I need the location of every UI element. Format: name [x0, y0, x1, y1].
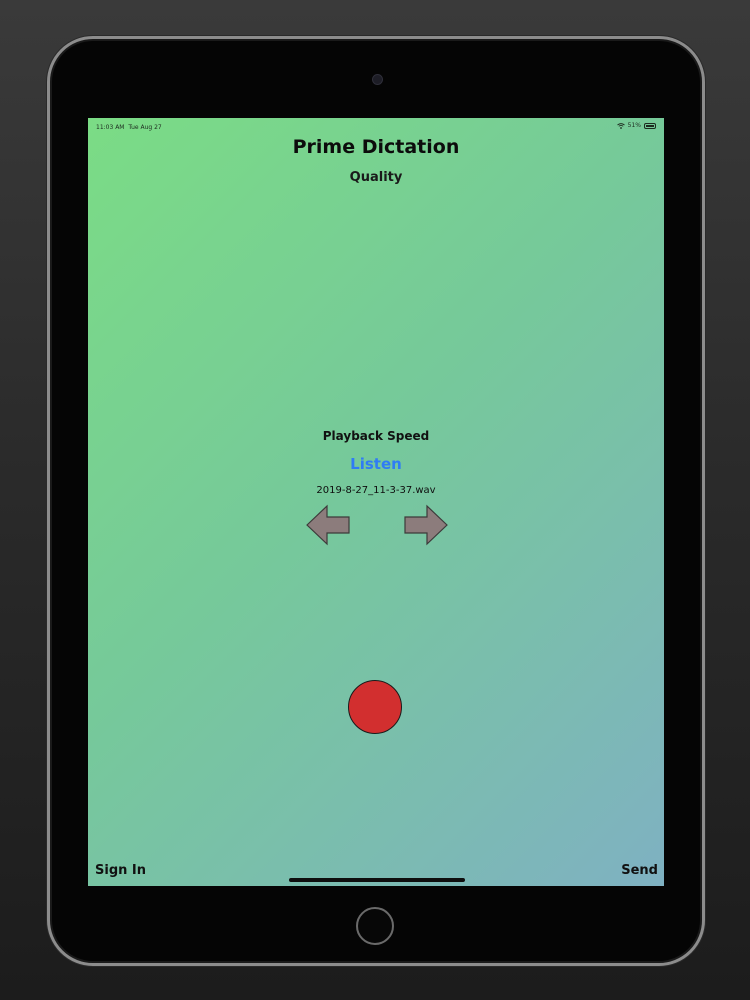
arrow-right-icon[interactable] — [403, 503, 449, 547]
home-button[interactable] — [356, 907, 394, 945]
record-button[interactable] — [348, 680, 402, 734]
battery-percent: 51% — [627, 122, 641, 129]
listen-button[interactable]: Listen — [88, 455, 664, 473]
status-time-text: 11:03 AM — [96, 124, 125, 131]
send-button[interactable]: Send — [621, 863, 658, 878]
app-screen: 11:03 AM Tue Aug 27 51% Prime Dictation … — [88, 118, 664, 886]
battery-icon — [644, 122, 656, 129]
arrow-left-icon[interactable] — [305, 503, 351, 547]
recording-filename: 2019-8-27_11-3-37.wav — [316, 485, 436, 496]
front-camera — [372, 74, 383, 85]
status-bar-right: 51% — [616, 122, 656, 129]
sign-in-button[interactable]: Sign In — [95, 863, 146, 878]
home-indicator-bar[interactable] — [289, 878, 465, 882]
app-title: Prime Dictation — [292, 136, 460, 158]
playback-speed-label[interactable]: Playback Speed — [88, 429, 664, 443]
status-bar-time: 11:03 AM Tue Aug 27 — [96, 124, 162, 131]
quality-button[interactable]: Quality — [88, 170, 664, 185]
status-date-text: Tue Aug 27 — [128, 124, 162, 131]
wifi-icon — [616, 122, 625, 129]
